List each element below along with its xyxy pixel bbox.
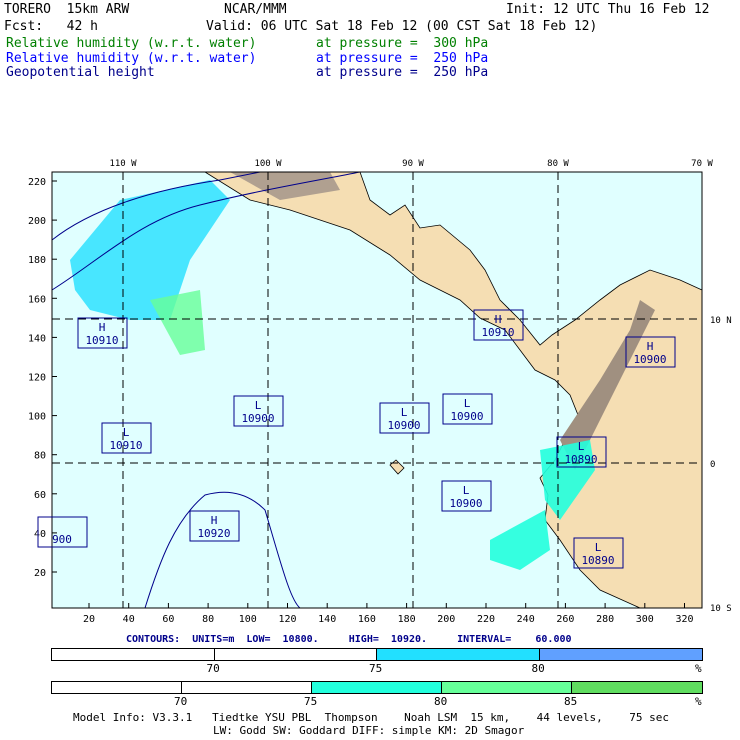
center-value: 10920 <box>197 527 230 540</box>
map: 20 40 60 80 100 120 140 160 180 200 220 240 260 280 30… <box>28 159 732 625</box>
legend-label: 70 <box>174 695 188 708</box>
center-type: L <box>401 406 408 419</box>
center-type: H <box>211 514 218 527</box>
x-tick-label: 260 <box>556 614 574 625</box>
y-tick-label: 20 <box>34 568 46 579</box>
y-tick-label: 40 <box>34 529 46 540</box>
y-tick-label: 140 <box>28 333 46 344</box>
x-tick-label: 200 <box>437 614 455 625</box>
center-value: 900 <box>52 533 72 546</box>
legend-swatch <box>182 682 312 693</box>
y-tick-label: 100 <box>28 412 46 423</box>
x-tick-label: 100 <box>239 614 257 625</box>
x-tick-label: 300 <box>636 614 654 625</box>
center-value: 10900 <box>633 353 666 366</box>
legend-swatch <box>572 682 702 693</box>
longitude-label: 110 W <box>109 159 137 169</box>
legend-label: 85 <box>564 695 578 708</box>
center-value: 10900 <box>450 410 483 423</box>
latitude-label: 10 S <box>710 604 732 614</box>
y-tick-label: 60 <box>34 490 46 501</box>
center-value: 10910 <box>85 334 118 347</box>
center-type: L <box>123 426 130 439</box>
legend-swatch <box>377 649 540 660</box>
x-tick-label: 220 <box>477 614 495 625</box>
legend-swatch <box>214 649 377 660</box>
x-tick-label: 40 <box>123 614 135 625</box>
x-tick-label: 280 <box>596 614 614 625</box>
y-tick-label: 120 <box>28 373 46 384</box>
latitude-label: 0 <box>710 460 715 470</box>
center-value: 10890 <box>564 453 597 466</box>
x-tick-label: 240 <box>517 614 535 625</box>
model-info-1: Model Info: V3.3.1 Tiedtke YSU PBL Thomp… <box>73 711 670 724</box>
legend-label: 80 <box>531 662 545 675</box>
longitude-label: 70 W <box>691 159 713 169</box>
x-tick-label: 180 <box>398 614 416 625</box>
y-tick-label: 80 <box>34 451 46 462</box>
x-tick-label: 20 <box>83 614 95 625</box>
x-tick-label: 60 <box>162 614 174 625</box>
longitude-label: 90 W <box>402 159 424 169</box>
center-type: H <box>99 321 106 334</box>
legend-label: 70 <box>206 662 220 675</box>
center-type: H <box>647 340 654 353</box>
contour-info: CONTOURS: UNITS=m LOW= 10800. HIGH= 1092… <box>126 634 572 645</box>
y-tick-label: 160 <box>28 294 46 305</box>
y-tick-label: 200 <box>28 216 46 227</box>
legend-swatch <box>442 682 572 693</box>
legend-swatch <box>52 649 215 660</box>
legend-bar-250hpa <box>51 648 703 661</box>
legend-label: 75 <box>304 695 318 708</box>
legend-swatch <box>52 682 182 693</box>
center-type: L <box>578 440 585 453</box>
longitude-label: 80 W <box>547 159 569 169</box>
center-type: L <box>595 541 602 554</box>
center-value: 10900 <box>449 497 482 510</box>
y-tick-label: 180 <box>28 255 46 266</box>
latitude-label: 10 N <box>710 316 732 326</box>
center-type: L <box>463 484 470 497</box>
center-value: 10910 <box>109 439 142 452</box>
x-tick-label: 140 <box>318 614 336 625</box>
center-type: H <box>495 313 502 326</box>
x-tick-label: 120 <box>278 614 296 625</box>
center-value: 10890 <box>581 554 614 567</box>
model-info-2: LW: Godd SW: Goddard DIFF: simple KM: 2D… <box>213 724 525 737</box>
legend-label: % <box>695 695 702 708</box>
legend-label: % <box>695 662 702 675</box>
longitude-label: 100 W <box>254 159 282 169</box>
legend-label: 75 <box>369 662 383 675</box>
center-value: 10910 <box>481 326 514 339</box>
legend-swatch <box>312 682 442 693</box>
x-tick-label: 320 <box>675 614 693 625</box>
x-tick-label: 160 <box>358 614 376 625</box>
legend-swatch <box>539 649 702 660</box>
legend-bar-300hpa <box>51 681 703 694</box>
center-value: 10900 <box>387 419 420 432</box>
legend-label: 80 <box>434 695 448 708</box>
center-type: L <box>464 397 471 410</box>
center-value: 10900 <box>241 412 274 425</box>
center-type: L <box>255 399 262 412</box>
y-tick-label: 220 <box>28 177 46 188</box>
x-tick-label: 80 <box>202 614 214 625</box>
